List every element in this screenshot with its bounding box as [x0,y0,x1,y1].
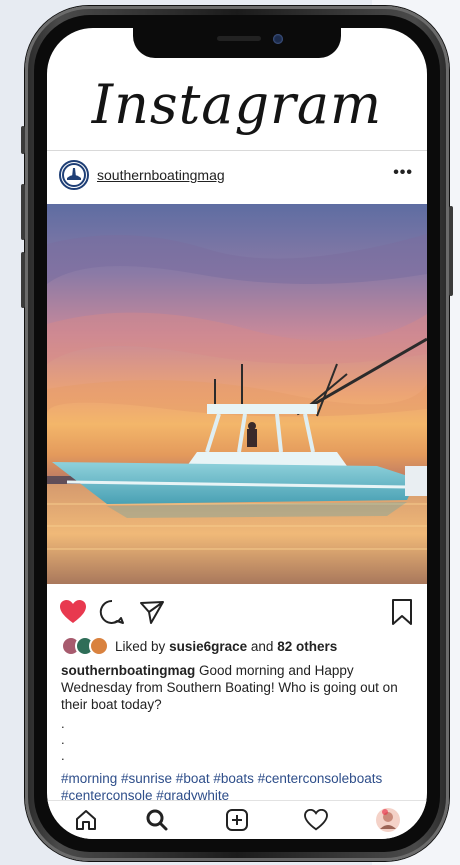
caption-dots: . . . [61,716,65,763]
power-button [449,206,453,296]
home-icon [76,810,96,830]
volume-down-button [21,252,25,308]
heart-icon[interactable] [59,599,87,625]
post-username[interactable]: southernboatingmag [97,167,225,183]
mute-switch [21,126,25,154]
post-photo[interactable] [47,204,427,584]
tab-home[interactable] [73,807,99,833]
front-camera [273,34,283,44]
caption-author[interactable]: southernboatingmag [61,663,195,678]
volume-up-button [21,184,25,240]
likes-others[interactable]: 82 others [277,639,337,654]
speaker [217,36,261,41]
caption-hashtags[interactable]: #morning #sunrise #boat #boats #centerco… [61,770,421,804]
activity-icon [304,809,328,831]
instagram-logo: Instagram [91,72,383,136]
notch [133,28,341,58]
new-post-icon [226,809,248,831]
search-icon [146,809,168,831]
phone-screen: Instagram southernboatingmag ••• Liked b… [47,28,427,839]
tab-profile[interactable] [375,807,401,833]
tab-new-post[interactable] [224,807,250,833]
boat-sunrise-image [47,234,427,584]
tab-search[interactable] [144,807,170,833]
more-options-icon[interactable]: ••• [393,164,413,182]
post-header: southernboatingmag ••• [47,152,427,200]
header-divider [47,150,427,151]
post-actions [47,594,427,630]
account-avatar[interactable] [59,160,89,190]
liker-username[interactable]: susie6grace [169,639,247,654]
lighthouse-logo-icon [62,163,86,187]
bookmark-icon[interactable] [391,598,413,626]
liker-avatar[interactable] [89,636,109,656]
likes-text[interactable]: Liked by susie6grace and 82 others [115,639,337,654]
phone-frame: Instagram southernboatingmag ••• Liked b… [21,6,453,861]
tab-activity[interactable] [303,807,329,833]
send-icon[interactable] [139,599,165,625]
likes-row: Liked by susie6grace and 82 others [61,636,337,656]
bottom-tab-bar [47,800,427,839]
profile-icon [376,808,400,832]
comment-icon[interactable] [99,599,125,625]
post-caption: southernboatingmag Good morning and Happ… [61,662,417,713]
